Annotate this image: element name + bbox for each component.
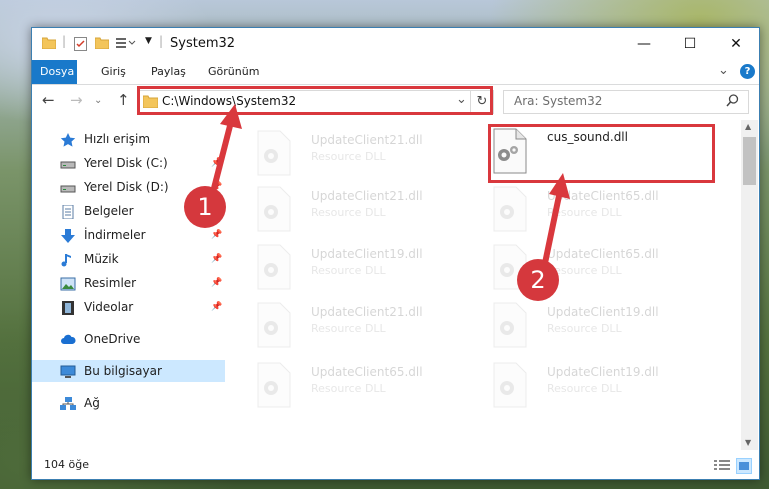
step-badge-1: 1 bbox=[184, 186, 226, 228]
arrow-1-head bbox=[220, 104, 242, 129]
arrow-2-head bbox=[549, 173, 570, 199]
step-badge-2: 2 bbox=[517, 259, 559, 301]
arrow-1-shaft bbox=[209, 117, 235, 197]
arrow-2-shaft bbox=[541, 190, 563, 269]
annotation-arrows bbox=[209, 104, 570, 269]
